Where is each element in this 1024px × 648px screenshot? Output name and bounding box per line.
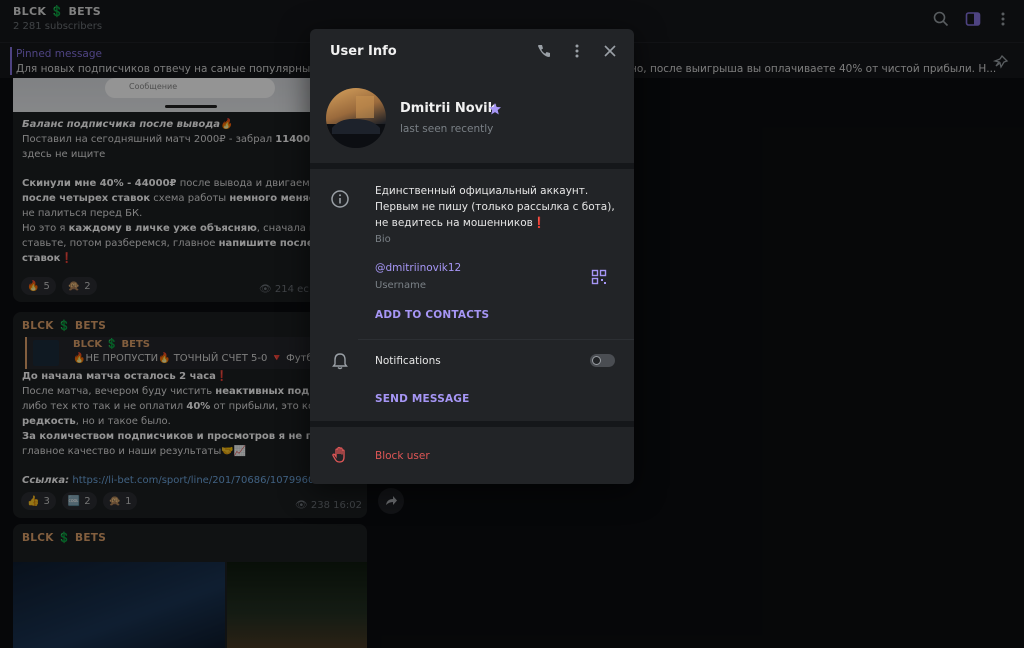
premium-star-icon[interactable] (488, 101, 502, 115)
section-divider (310, 421, 634, 427)
dialog-title: User Info (330, 44, 397, 59)
bio-line: Первым не пишу (только рассылка с бота), (375, 201, 615, 213)
close-icon[interactable] (601, 42, 619, 60)
username-value[interactable]: @dmitriinovik12 (375, 262, 461, 274)
section-divider (310, 163, 634, 169)
phone-icon[interactable] (535, 42, 553, 60)
bio-line: не ведитесь на мошенников❗ (375, 217, 546, 229)
more-vertical-icon[interactable] (568, 42, 586, 60)
block-hand-icon (330, 445, 350, 465)
bell-icon (330, 351, 350, 371)
add-to-contacts-button[interactable]: ADD TO CONTACTS (375, 309, 489, 321)
notifications-toggle[interactable] (590, 354, 615, 367)
bio-text[interactable]: Единственный официальный аккаунт. Первым… (375, 183, 615, 231)
bio-line: Единственный официальный аккаунт. (375, 185, 589, 197)
send-message-button[interactable]: SEND MESSAGE (375, 393, 470, 405)
last-seen-status: last seen recently (400, 123, 494, 135)
section-divider (358, 339, 634, 340)
avatar[interactable] (326, 88, 386, 148)
info-icon (330, 189, 350, 209)
qr-code-icon[interactable] (591, 269, 607, 285)
toggle-knob (592, 356, 601, 365)
bio-label: Bio (375, 234, 391, 245)
notifications-label: Notifications (375, 355, 441, 367)
block-user-button[interactable]: Block user (375, 450, 430, 462)
username-label: Username (375, 280, 426, 291)
user-name: Dmitrii Novik (400, 101, 497, 116)
user-info-dialog: User Info Dmitrii Novik last seen recent… (310, 29, 634, 484)
